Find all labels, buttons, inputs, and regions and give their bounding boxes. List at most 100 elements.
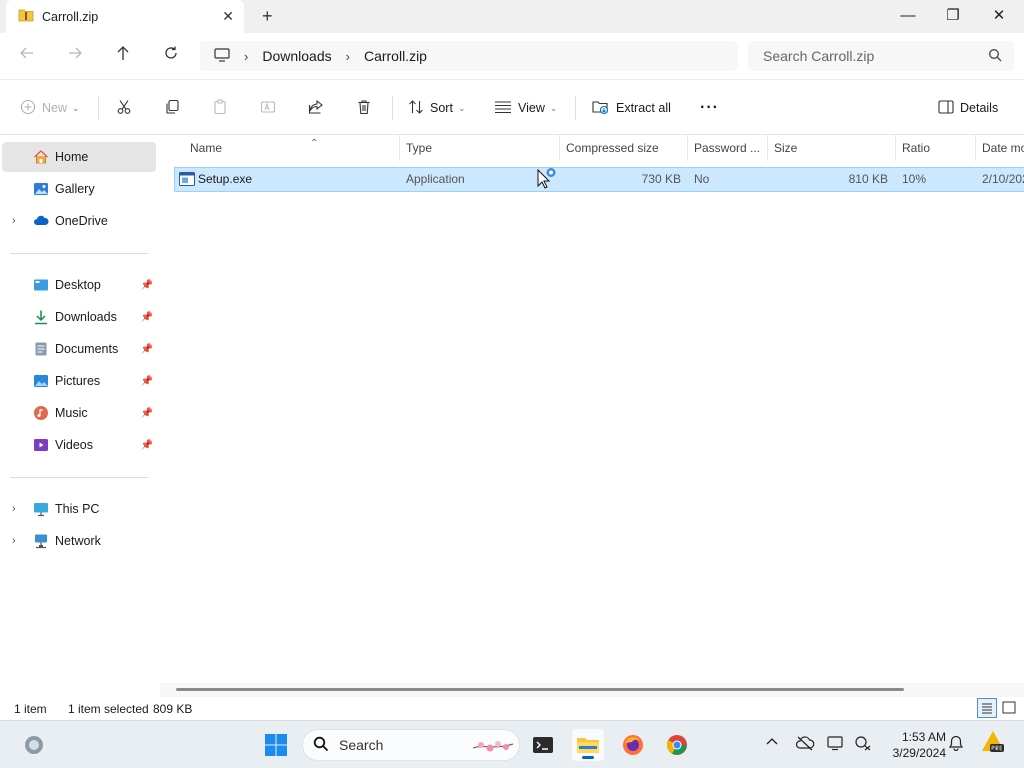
cloud-icon [33, 213, 49, 229]
breadcrumb-separator[interactable]: › [346, 49, 350, 64]
back-arrow-icon[interactable] [16, 45, 38, 67]
sidebar-item-downloads[interactable]: Downloads 📌 [2, 302, 156, 332]
sidebar-item-home[interactable]: Home [2, 142, 156, 172]
column-header-type[interactable]: Type [400, 135, 560, 161]
clock-time: 1:53 AM [901, 730, 946, 744]
terminal-app-icon[interactable] [527, 729, 559, 761]
up-arrow-icon[interactable] [112, 45, 134, 67]
view-button[interactable]: View ⌄ [494, 97, 557, 119]
toolbar-divider [575, 96, 576, 120]
copilot-preview-icon[interactable] [980, 729, 1006, 758]
sidebar-item-music[interactable]: Music 📌 [2, 398, 156, 428]
column-header-date-modified[interactable]: Date mo [976, 135, 1024, 161]
forward-arrow-icon[interactable] [64, 45, 86, 67]
command-bar: New ⌄ Sort ⌄ View ⌄ Extract all ··· Deta… [0, 79, 1024, 135]
file-name: Setup.exe [198, 172, 253, 186]
tiles-view-icon[interactable] [999, 698, 1019, 718]
chevron-right-icon[interactable]: › [12, 215, 16, 227]
plus-circle-icon [20, 99, 36, 118]
pin-icon[interactable]: 📌 [141, 440, 153, 451]
details-label: Details [960, 101, 999, 115]
cut-button[interactable] [116, 97, 132, 119]
maximize-button[interactable]: ❐ [930, 4, 976, 28]
column-header-size[interactable]: Size [768, 135, 896, 161]
search-input[interactable]: Search Carroll.zip [748, 41, 1014, 71]
monitor-icon[interactable] [214, 47, 230, 65]
pin-icon[interactable]: 📌 [141, 344, 153, 355]
sidebar-item-label: OneDrive [55, 214, 108, 228]
sidebar-divider [10, 253, 148, 254]
home-icon [33, 149, 49, 165]
search-icon [988, 48, 1002, 65]
file-explorer-taskbar-icon[interactable] [572, 729, 604, 761]
new-button[interactable]: New ⌄ [20, 97, 80, 119]
breadcrumb[interactable]: › Downloads › Carroll.zip [200, 41, 738, 71]
chevron-right-icon[interactable]: › [12, 535, 16, 547]
close-button[interactable]: ✕ [976, 4, 1022, 28]
sidebar-item-documents[interactable]: Documents 📌 [2, 334, 156, 364]
sidebar-item-label: Documents [55, 342, 119, 356]
onedrive-offline-icon[interactable] [795, 735, 815, 754]
details-button[interactable]: Details [938, 97, 998, 119]
pin-icon[interactable]: 📌 [141, 376, 153, 387]
sidebar-item-network[interactable]: › Network [2, 526, 156, 556]
minimize-button[interactable]: — [885, 4, 931, 28]
breadcrumb-carroll-zip[interactable]: Carroll.zip [364, 48, 427, 64]
delete-button[interactable] [356, 97, 372, 119]
column-header-name[interactable]: ⌃ Name [184, 135, 400, 161]
downloads-icon [33, 309, 49, 325]
pin-icon[interactable]: 📌 [141, 408, 153, 419]
notification-bell-icon[interactable] [948, 735, 964, 754]
column-header-ratio[interactable]: Ratio [896, 135, 976, 161]
horizontal-scrollbar-thumb[interactable] [176, 688, 904, 691]
selection-count: 1 item selected [68, 702, 149, 716]
address-row: › Downloads › Carroll.zip Search Carroll… [0, 33, 1024, 79]
firefox-icon[interactable] [617, 729, 649, 761]
taskbar-search-box[interactable]: Search [302, 729, 520, 761]
sidebar-item-this-pc[interactable]: › This PC [2, 494, 156, 524]
windows-start-icon[interactable] [260, 729, 292, 761]
weather-widget-icon[interactable] [18, 729, 50, 761]
more-options-button[interactable]: ··· [700, 97, 719, 119]
active-indicator [582, 756, 594, 759]
system-clock[interactable]: 1:53 AM 3/29/2024 [880, 729, 946, 761]
chrome-icon[interactable] [661, 729, 693, 761]
tab-close-icon[interactable]: ✕ [222, 8, 234, 25]
copy-button[interactable] [164, 97, 180, 119]
rename-icon [260, 99, 276, 118]
sidebar-item-pictures[interactable]: Pictures 📌 [2, 366, 156, 396]
network-disconnected-icon[interactable] [854, 735, 872, 754]
view-label: View [518, 101, 545, 115]
chevron-right-icon[interactable]: › [12, 503, 16, 515]
column-header-compressed-size[interactable]: Compressed size [560, 135, 688, 161]
search-icon [313, 736, 329, 755]
breadcrumb-downloads[interactable]: Downloads [262, 48, 331, 64]
details-view-icon[interactable] [977, 698, 997, 718]
sort-button[interactable]: Sort ⌄ [408, 97, 465, 119]
display-icon[interactable] [827, 735, 845, 754]
pin-icon[interactable]: 📌 [141, 312, 153, 323]
share-button[interactable] [308, 97, 324, 119]
sidebar-item-desktop[interactable]: Desktop 📌 [2, 270, 156, 300]
breadcrumb-separator[interactable]: › [244, 49, 248, 64]
sidebar-item-label: Home [55, 150, 89, 164]
file-ratio: 10% [902, 172, 927, 186]
sidebar-item-label: Network [55, 534, 101, 548]
sidebar-item-videos[interactable]: Videos 📌 [2, 430, 156, 460]
window-tab[interactable]: Carroll.zip ✕ [6, 0, 244, 33]
sort-ascending-icon: ⌃ [310, 138, 319, 149]
music-icon [33, 405, 49, 421]
table-row[interactable]: Setup.exe Application 730 KB No 810 KB 1… [174, 167, 1024, 192]
column-header-password[interactable]: Password ... [688, 135, 768, 161]
pin-icon[interactable]: 📌 [141, 280, 153, 291]
sidebar-item-onedrive[interactable]: › OneDrive [2, 206, 156, 236]
sidebar-item-gallery[interactable]: Gallery [2, 174, 156, 204]
paste-button[interactable] [212, 97, 228, 119]
chevron-up-icon[interactable] [765, 735, 779, 752]
extract-all-button[interactable]: Extract all [592, 97, 671, 119]
file-size: 810 KB [848, 172, 888, 186]
trash-icon [356, 99, 372, 118]
refresh-icon[interactable] [160, 45, 182, 67]
new-tab-button[interactable]: + [262, 6, 273, 27]
rename-button[interactable] [260, 97, 276, 119]
